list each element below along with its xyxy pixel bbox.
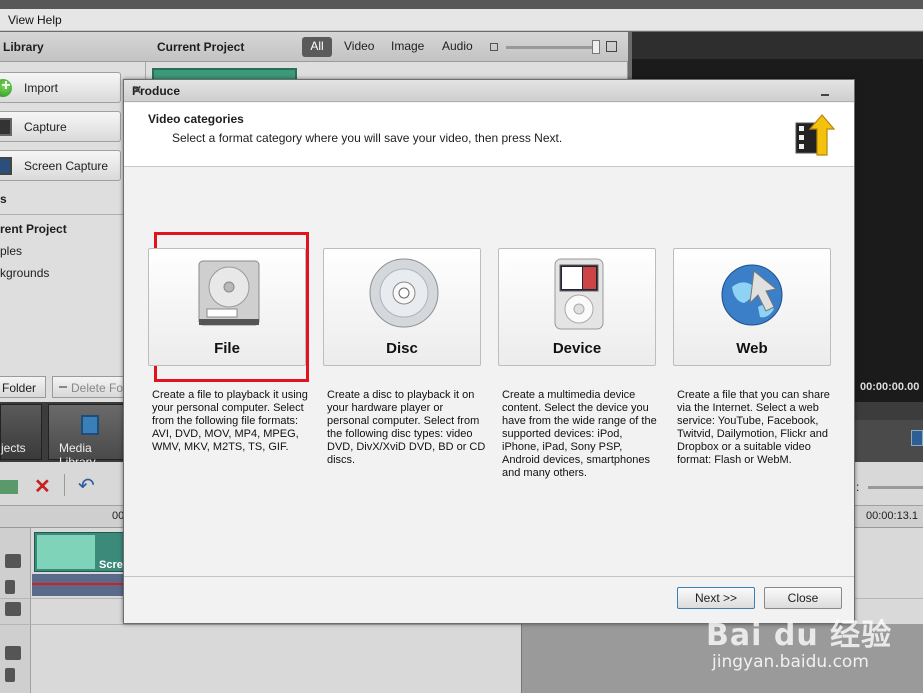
menu-view[interactable]: View: [8, 13, 34, 27]
zoom-slider[interactable]: [868, 486, 923, 489]
category-device-description: Create a multimedia device content. Sele…: [502, 389, 657, 479]
category-device-button[interactable]: Device: [498, 248, 656, 366]
dialog-footer-divider: [124, 576, 854, 577]
category-web-description: Create a file that you can share via the…: [677, 389, 830, 466]
category-disc-label: Disc: [386, 340, 418, 357]
watermark-brand: Bai du 经验: [706, 618, 893, 653]
tab-projects[interactable]: jects: [0, 404, 42, 460]
close-icon[interactable]: ✕: [132, 84, 142, 96]
track-headers: [0, 528, 31, 693]
slider-track[interactable]: [506, 46, 598, 49]
hard-drive-icon: [198, 260, 260, 326]
current-project-header: Current Project All Video Image Audio: [146, 32, 628, 62]
library-header: Library: [0, 32, 146, 62]
ruler-tick-end: 00:00:13.1: [866, 510, 918, 522]
category-device-label: Device: [552, 340, 602, 357]
minus-icon: [59, 386, 67, 388]
category-file-label: File: [214, 340, 240, 357]
minimize-icon[interactable]: [821, 94, 829, 96]
effects-track-icon[interactable]: [5, 602, 21, 616]
wizard-icon: [795, 114, 836, 156]
large-size-icon: [606, 41, 617, 52]
category-disc-description: Create a disc to playback it on your har…: [327, 389, 486, 466]
timeline-clip[interactable]: Scre: [34, 532, 124, 572]
audio-clip[interactable]: [32, 574, 124, 596]
current-project-panel: Current Project All Video Image Audio: [146, 32, 628, 82]
produce-dialog: Produce ✕ Video categories Select a form…: [123, 79, 855, 624]
window-titlebar: [0, 0, 923, 9]
capture-button[interactable]: Capture: [0, 111, 121, 142]
thumbnail-size-slider[interactable]: [490, 40, 620, 54]
screen-capture-label: Screen Capture: [24, 159, 109, 173]
dialog-header: Video categories Select a format categor…: [124, 103, 854, 167]
folder-label: Folder: [2, 381, 37, 395]
menu-help[interactable]: Help: [37, 13, 62, 27]
preview-timecode: 00:00:00.00: [860, 381, 920, 393]
tab-media-library[interactable]: Media Library: [48, 404, 128, 469]
toolbar-separator: [64, 474, 65, 496]
audio-track-icon[interactable]: [5, 580, 15, 594]
library-title: Library: [3, 40, 44, 54]
undo-icon[interactable]: ↶: [78, 476, 95, 496]
next-button[interactable]: Next >>: [677, 587, 755, 609]
current-project-title: Current Project: [157, 40, 245, 54]
video-track-2-icon[interactable]: [5, 646, 21, 660]
filter-image[interactable]: Image: [391, 39, 424, 53]
import-button[interactable]: Import: [0, 72, 121, 103]
video-track-icon[interactable]: [5, 554, 21, 568]
category-file-description: Create a file to playback it using your …: [152, 389, 308, 453]
dialog-subtitle: Select a format category where you will …: [172, 131, 563, 145]
disc-icon: [369, 258, 439, 328]
preview-header: [632, 32, 923, 59]
current-project-tree-title[interactable]: rent Project: [0, 222, 67, 236]
filter-audio[interactable]: Audio: [442, 39, 473, 53]
tree-item-backgrounds[interactable]: kgrounds: [0, 266, 49, 280]
tab-bar-right: [855, 420, 923, 462]
zoom-label: :: [856, 480, 860, 494]
filter-all[interactable]: All: [302, 37, 332, 57]
clip-thumbnail: [37, 535, 95, 569]
new-folder-button[interactable]: Folder: [0, 376, 46, 398]
slider-handle[interactable]: [592, 40, 600, 54]
globe-icon: [721, 264, 783, 326]
category-disc-button[interactable]: Disc: [323, 248, 481, 366]
menu-bar: View Help: [0, 9, 923, 31]
dialog-titlebar: Produce ✕: [124, 80, 854, 102]
clip-label: Scre: [99, 559, 123, 571]
category-web-label: Web: [736, 340, 768, 357]
tree-item-samples[interactable]: ples: [0, 244, 22, 258]
baidu-watermark: Bai du 经验 jingyan.baidu.com: [706, 610, 906, 685]
capture-label: Capture: [24, 120, 67, 134]
section-label: s: [0, 192, 7, 206]
audio-track-2-icon[interactable]: [5, 668, 15, 682]
small-size-icon: [490, 43, 498, 51]
filter-video[interactable]: Video: [344, 39, 374, 53]
split-icon[interactable]: [0, 480, 18, 494]
category-web-button[interactable]: Web: [673, 248, 831, 366]
ipod-icon: [554, 258, 604, 330]
category-file-button[interactable]: File: [148, 248, 306, 366]
dialog-header-title: Video categories: [148, 112, 244, 126]
export-icon[interactable]: [911, 430, 923, 446]
screen-capture-button[interactable]: Screen Capture: [0, 150, 121, 181]
tab-projects-label: jects: [1, 441, 26, 455]
volume-line[interactable]: [32, 583, 124, 585]
close-button[interactable]: Close: [764, 587, 842, 609]
camera-icon: [0, 118, 12, 136]
film-icon: [81, 415, 99, 435]
watermark-url: jingyan.baidu.com: [712, 652, 869, 672]
add-icon: [0, 77, 12, 97]
delete-icon[interactable]: ✕: [34, 477, 51, 497]
screen-capture-icon: [0, 157, 12, 175]
import-label: Import: [24, 81, 59, 95]
